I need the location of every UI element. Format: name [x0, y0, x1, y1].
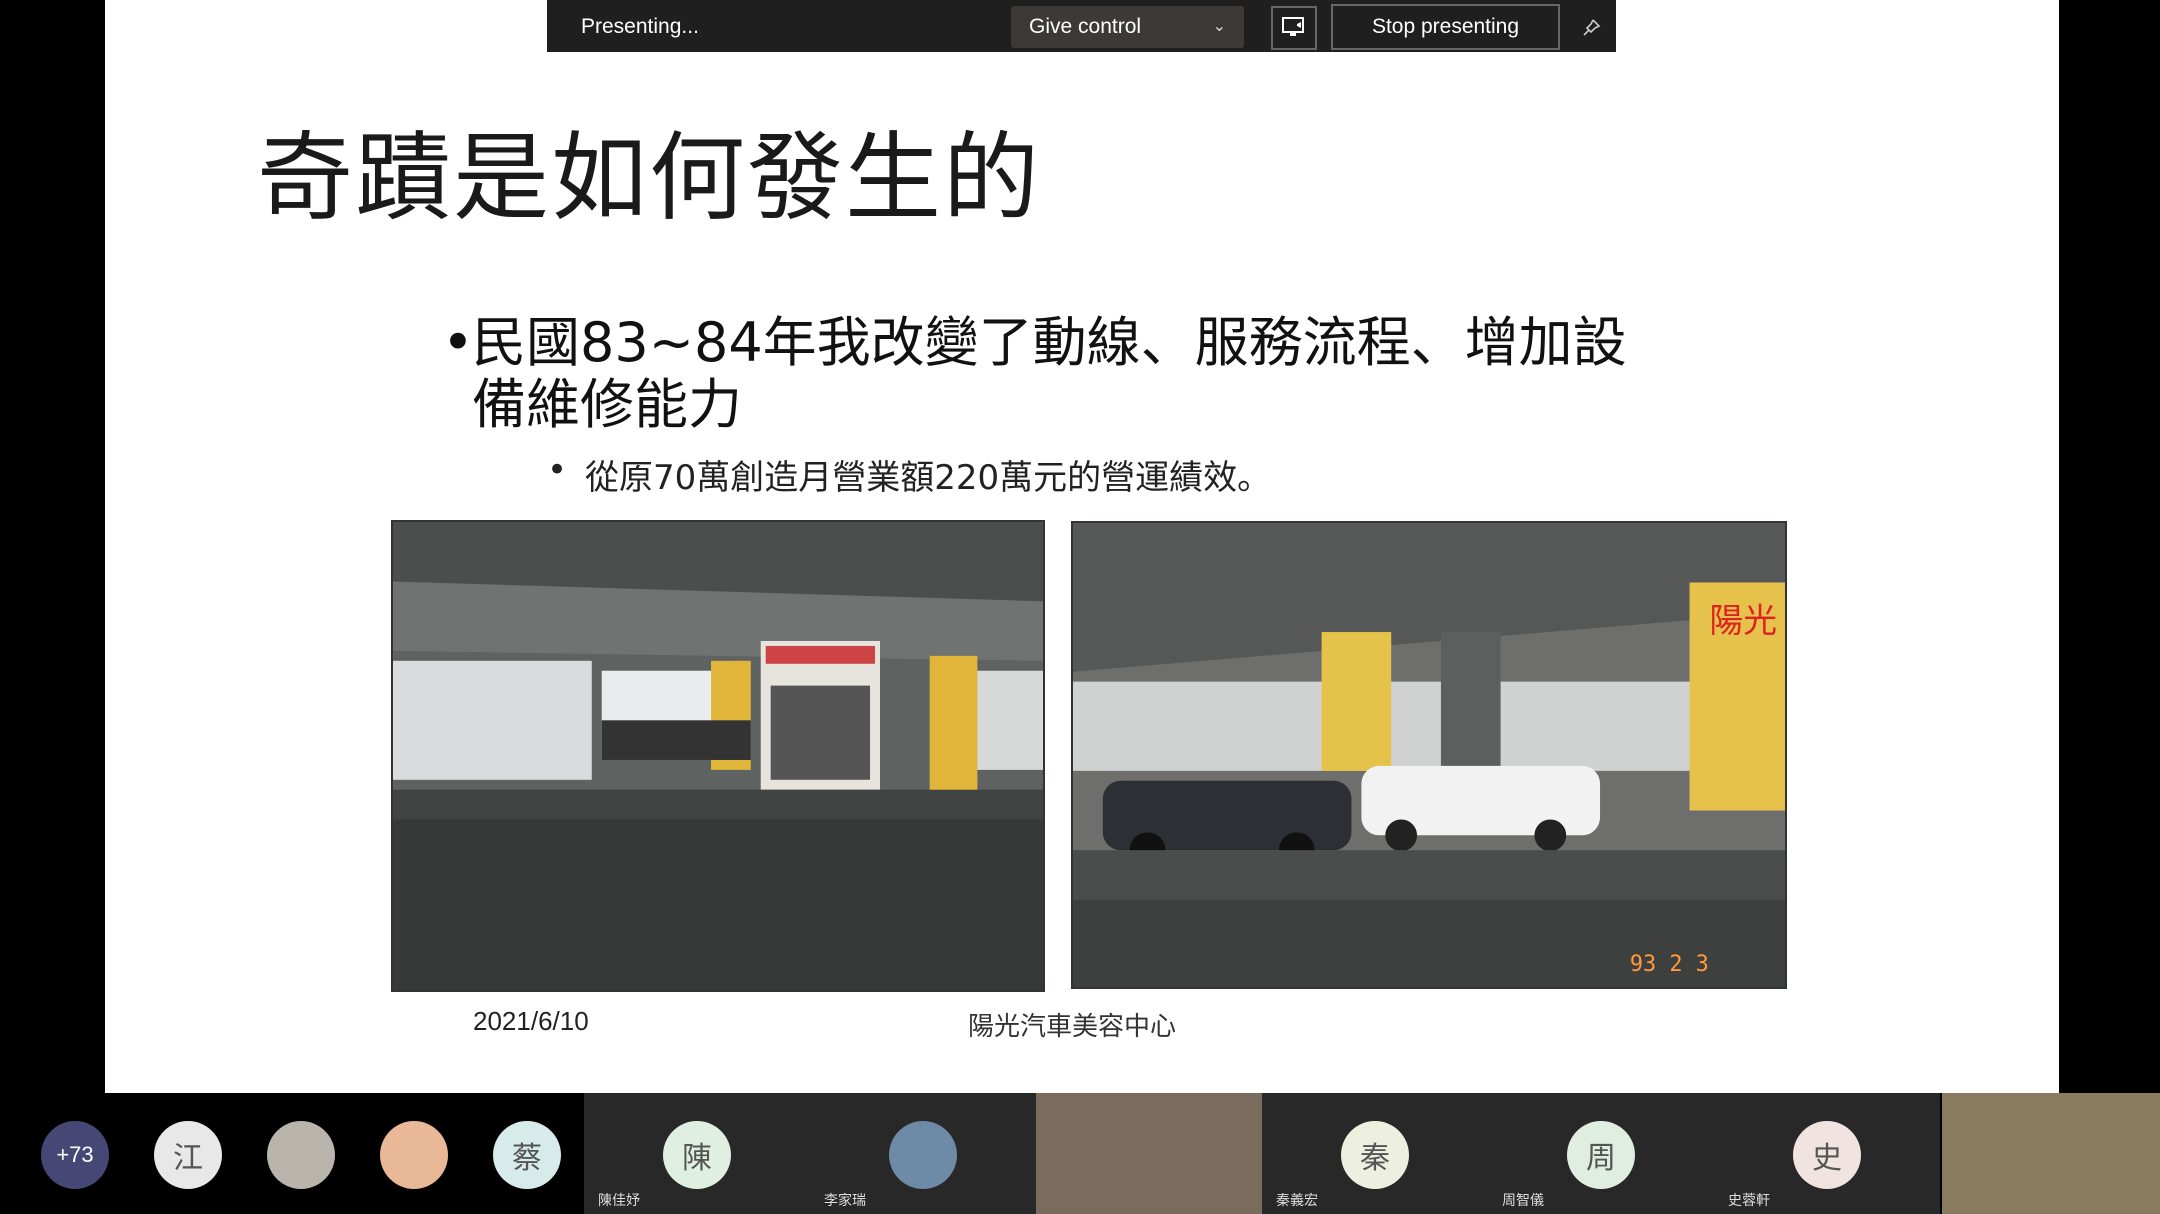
slide-footer-date: 2021/6/10: [473, 1006, 589, 1036]
participant-avatar-photo[interactable]: [267, 1121, 335, 1189]
slide-footer-center: 陽光汽車美容中心: [968, 1012, 1177, 1042]
give-control-label: Give control: [1029, 15, 1142, 38]
chevron-down-icon: ⌄: [1212, 18, 1226, 35]
participant-name: 陳佳妤: [598, 1193, 640, 1209]
presenting-toolbar: Presenting... Give control ⌄ Stop presen…: [547, 0, 1616, 52]
screen-audio-icon: [1282, 17, 1304, 36]
participant-avatar-jiang[interactable]: 江: [154, 1121, 222, 1189]
participant-video-tile[interactable]: [1036, 1093, 1262, 1214]
more-participants-button[interactable]: +73: [41, 1121, 109, 1189]
pin-icon: [1583, 19, 1601, 36]
give-control-dropdown[interactable]: Give control ⌄: [1011, 6, 1244, 48]
participant-name: 史蓉軒: [1728, 1193, 1770, 1209]
participant-tile[interactable]: 李家瑞: [810, 1093, 1036, 1214]
participant-name: 周智儀: [1502, 1193, 1544, 1209]
participant-avatar: 秦: [1341, 1121, 1409, 1189]
participant-avatar: 陳: [663, 1121, 731, 1189]
carwash-photo-1: [391, 520, 1045, 992]
bullet-dot: •: [547, 450, 568, 490]
participant-avatar: 史: [1793, 1121, 1861, 1189]
photo2-sign-text: 陽光: [1709, 601, 1777, 640]
self-video-tile[interactable]: [1942, 1093, 2160, 1214]
bullet-dot: •: [442, 311, 474, 374]
bullet-sub-text: 從原70萬創造月營業額220萬元的營運績效。: [585, 458, 1272, 498]
participant-strip: +73 江 蔡 陳 陳佳妤 李家瑞 秦 秦義宏 周 周智儀 史 史蓉軒: [0, 1093, 2160, 1214]
participant-tile[interactable]: 史 史蓉軒: [1714, 1093, 1940, 1214]
include-audio-button[interactable]: [1271, 6, 1317, 50]
carwash-photo-2-image: 陽光 93 2 3: [1073, 523, 1785, 987]
participant-avatar: 周: [1567, 1121, 1635, 1189]
stop-presenting-button[interactable]: Stop presenting: [1331, 4, 1560, 50]
slide-bullet-main: • 民國83~84年我改變了動線、服務流程、增加設 備維修能力: [442, 311, 1872, 436]
participant-name: 秦義宏: [1276, 1193, 1318, 1209]
bullet-main-line1: 民國83~84年我改變了動線、服務流程、增加設: [472, 311, 1627, 374]
carwash-photo-1-image: [393, 522, 1043, 990]
bullet-main-line2: 備維修能力: [472, 373, 742, 436]
shared-slide: 奇蹟是如何發生的 • 民國83~84年我改變了動線、服務流程、增加設 備維修能力…: [105, 0, 2059, 1093]
carwash-photo-2: 陽光 93 2 3: [1071, 521, 1787, 989]
presenting-status: Presenting...: [581, 15, 699, 38]
participant-avatar-cat[interactable]: [380, 1121, 448, 1189]
participant-name: 李家瑞: [824, 1193, 866, 1209]
slide-title: 奇蹟是如何發生的: [257, 122, 1041, 234]
participant-avatar: [889, 1121, 957, 1189]
photo2-date-stamp: 93 2 3: [1630, 952, 1709, 977]
participant-avatar-cai[interactable]: 蔡: [493, 1121, 561, 1189]
participant-tile[interactable]: 秦 秦義宏: [1262, 1093, 1488, 1214]
participant-tile[interactable]: 陳 陳佳妤: [584, 1093, 810, 1214]
participant-tile[interactable]: 周 周智儀: [1488, 1093, 1714, 1214]
slide-bullet-sub: • 從原70萬創造月營業額220萬元的營運績效。: [547, 450, 1272, 499]
pin-toolbar-button[interactable]: [1571, 6, 1611, 50]
teams-meeting-window: 奇蹟是如何發生的 • 民國83~84年我改變了動線、服務流程、增加設 備維修能力…: [0, 0, 2160, 1214]
